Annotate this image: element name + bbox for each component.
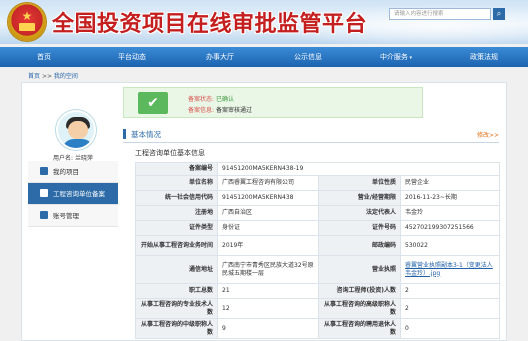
nav-service-hall[interactable]: 办事大厅 [176,47,264,67]
breadcrumb-home[interactable]: 首页 [28,73,40,80]
field-label: 开始从事工程咨询业务时间 [135,235,218,256]
record-status-row: 备案状态: 已确认 [188,94,234,103]
field-value: 530022 [400,235,500,256]
user-icon [40,211,48,219]
field-value: 0 [400,318,500,339]
field-value: 广西睿翼工程咨询有限公司 [217,175,319,191]
record-status-label: 备案状态: [188,96,215,103]
nav-home[interactable]: 首页 [0,47,88,67]
sidebar-item-account[interactable]: 账号管理 [28,205,118,227]
site-title: 全国投资项目在线审批监管平台 [52,12,368,37]
field-label: 通信地址 [135,255,218,284]
sidebar-item-label: 我的项目 [53,168,79,176]
section-bar [123,129,126,139]
field-value: 广西南宁市青秀区民族大道32号原民城五期楼一层 [217,255,319,284]
field-value: 91451200MA5KERN438 [217,190,319,206]
main-nav: 首页 平台动态 办事大厅 公示信息 中介服务 政策法规 [0,47,528,67]
table-row: 从事工程咨询的专业技术人数 12 从事工程咨询的高级职称人数 2 [135,298,500,319]
avatar [56,110,96,150]
breadcrumb-current[interactable]: 我的空间 [54,73,78,80]
table-row: 证件类型 身份证 证件号码 452702199307251566 [135,220,500,236]
section-title: 基本情况 [131,130,161,139]
field-label: 统一社会信用代码 [135,190,218,206]
field-label: 单位性质 [318,175,401,191]
field-label: 法定代表人 [318,205,401,221]
section-heading: 基本情况 修改>> [123,128,499,140]
field-value: 12 [217,298,319,319]
field-value: 睿翼营业执照副本3-1（变更法人韦金玲）.jpg [400,255,500,284]
table-row: 从事工程咨询的中级职称人数 9 从事工程咨询的聘用退休人数 0 [135,318,500,339]
field-label: 单位名称 [135,175,218,191]
field-value: 2 [400,283,500,299]
edit-link[interactable]: 修改>> [477,130,499,139]
field-label: 注册地 [135,205,218,221]
national-emblem-icon: ★ [8,3,46,41]
field-label: 营业/经营期限 [318,190,401,206]
record-info-label: 备案信息: [188,107,215,114]
field-label: 从事工程咨询的高级职称人数 [318,298,401,319]
divider [123,142,499,143]
field-label: 从事工程咨询的专业技术人数 [135,298,218,319]
field-value: 民营企业 [400,175,500,191]
check-icon: ✔ [138,92,168,114]
table-row: 职工总数 21 咨询工程师(投资)人数 2 [135,283,500,299]
nav-platform-news[interactable]: 平台动态 [88,47,176,67]
grid-icon [40,167,48,175]
field-label: 证件类型 [135,220,218,236]
field-label: 咨询工程师(投资)人数 [318,283,401,299]
field-value: 452702199307251566 [400,220,500,236]
info-subtitle: 工程咨询单位基本信息 [135,149,205,157]
record-info-row: 备案信息: 备案审核通过 [188,105,252,114]
field-label: 备案编号 [135,162,218,176]
field-value: 91451200MA5KERN438-19 [217,162,500,176]
field-value: 2019年 [217,235,319,256]
field-label: 职工总数 [135,283,218,299]
table-row: 单位名称 广西睿翼工程咨询有限公司 单位性质 民营企业 [135,175,500,191]
nav-agency-service[interactable]: 中介服务 [352,47,440,67]
field-value: 21 [217,283,319,299]
field-value: 身份证 [217,220,319,236]
breadcrumb-sep: >> [41,73,52,80]
field-label: 证件号码 [318,220,401,236]
field-label: 从事工程咨询的中级职称人数 [135,318,218,339]
search-input[interactable]: 请输入内容进行搜索 [389,8,491,20]
field-value: 广西自治区 [217,205,319,221]
nav-policy[interactable]: 政策法规 [440,47,528,67]
table-row: 备案编号 91451200MA5KERN438-19 [135,162,500,176]
table-row: 开始从事工程咨询业务时间 2019年 邮政编码 530022 [135,235,500,256]
field-value: 9 [217,318,319,339]
sidebar-item-label: 账号管理 [53,212,79,220]
field-value: 韦金玲 [400,205,500,221]
license-file-link[interactable]: 睿翼营业执照副本3-1（变更法人韦金玲）.jpg [405,262,493,277]
sidebar-item-consulting-record[interactable]: 工程咨询单位备案 [28,183,118,205]
field-label: 邮政编码 [318,235,401,256]
record-status-value: 已确认 [215,96,234,103]
table-row: 注册地 广西自治区 法定代表人 韦金玲 [135,205,500,221]
search-icon[interactable]: ⌕ [493,8,505,20]
table-row: 通信地址 广西南宁市青秀区民族大道32号原民城五期楼一层 营业执照 睿翼营业执照… [135,255,500,284]
sidebar-item-label: 工程咨询单位备案 [53,190,105,198]
record-status-box: ✔ 备案状态: 已确认 备案信息: 备案审核通过 [123,87,423,118]
field-label: 营业执照 [318,255,401,284]
info-table: 备案编号 91451200MA5KERN438-19 单位名称 广西睿翼工程咨询… [135,162,500,339]
header-banner: ★ 全国投资项目在线审批监管平台 请输入内容进行搜索 ⌕ [0,0,528,44]
table-row: 统一社会信用代码 91451200MA5KERN438 营业/经营期限 2016… [135,190,500,206]
sidebar-item-my-projects[interactable]: 我的项目 [28,161,118,183]
nav-public-info[interactable]: 公示信息 [264,47,352,67]
record-info-value: 备案审核通过 [215,107,252,114]
side-menu: 我的项目 工程咨询单位备案 账号管理 [28,161,118,227]
field-value: 2 [400,298,500,319]
field-label: 从事工程咨询的聘用退休人数 [318,318,401,339]
breadcrumb: 首页 >> 我的空间 [28,71,78,80]
field-value: 2016-11-23~长期 [400,190,500,206]
document-icon [40,189,48,197]
